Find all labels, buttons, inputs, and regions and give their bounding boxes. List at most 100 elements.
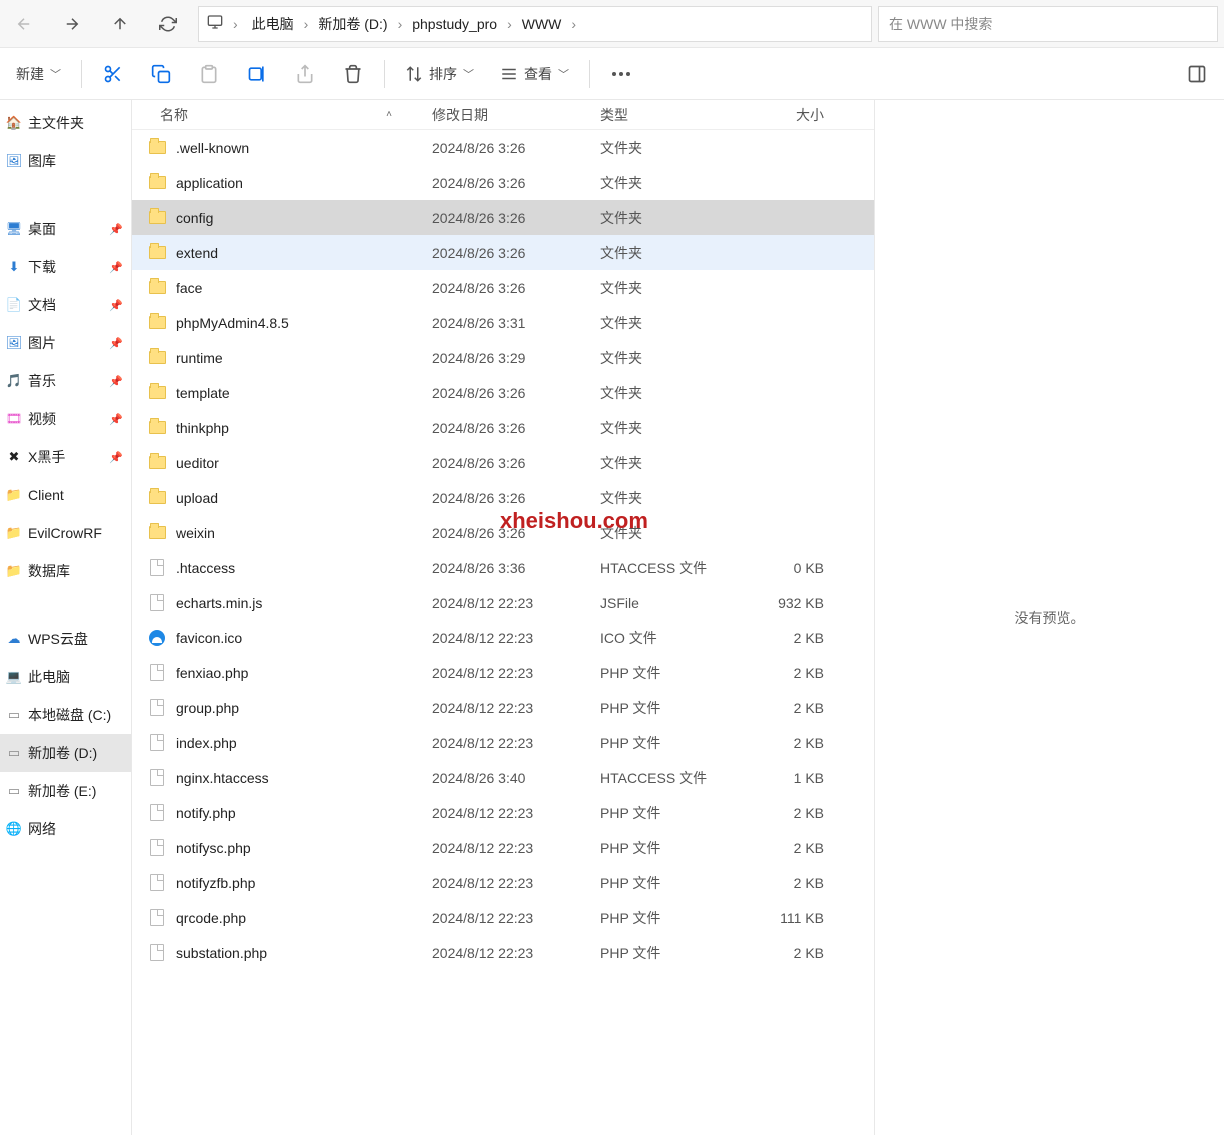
file-type: 文件夹	[600, 138, 740, 158]
file-row[interactable]: qrcode.php2024/8/12 22:23PHP 文件111 KB	[132, 900, 874, 935]
col-date[interactable]: 修改日期	[432, 105, 600, 125]
sidebar-item[interactable]: 🖥桌面📌	[0, 210, 131, 248]
file-row[interactable]: config2024/8/26 3:26文件夹	[132, 200, 874, 235]
sidebar-label: 文档	[28, 295, 56, 315]
folder-icon	[148, 349, 166, 367]
new-button[interactable]: 新建 ﹀	[4, 54, 73, 94]
column-headers[interactable]: 名称 ˄ 修改日期 类型 大小	[132, 100, 874, 130]
more-button[interactable]	[598, 54, 644, 94]
file-name: thinkphp	[176, 420, 229, 436]
sidebar-item[interactable]: 📄文档📌	[0, 286, 131, 324]
file-row[interactable]: weixin2024/8/26 3:26文件夹	[132, 515, 874, 550]
cut-button[interactable]	[90, 54, 136, 94]
file-icon	[148, 804, 166, 822]
col-size[interactable]: 大小	[740, 105, 830, 125]
file-size: 111 KB	[740, 910, 830, 926]
folder-icon	[148, 384, 166, 402]
breadcrumb-item[interactable]: WWW	[518, 14, 566, 34]
breadcrumb[interactable]: › 此电脑›新加卷 (D:)›phpstudy_pro›WWW›	[198, 6, 872, 42]
search-input[interactable]: 在 WWW 中搜索	[878, 6, 1218, 42]
file-name: .well-known	[176, 140, 249, 156]
sidebar-item[interactable]: 🎞视频📌	[0, 400, 131, 438]
rename-button[interactable]	[234, 54, 280, 94]
pin-icon: 📌	[109, 223, 123, 236]
pin-icon: 📌	[109, 413, 123, 426]
sidebar-item[interactable]: 🎵音乐📌	[0, 362, 131, 400]
breadcrumb-item[interactable]: phpstudy_pro	[408, 14, 501, 34]
sort-button[interactable]: 排序 ﹀	[393, 54, 486, 94]
file-date: 2024/8/26 3:29	[432, 350, 600, 366]
sidebar-item[interactable]: 🖼图片📌	[0, 324, 131, 362]
back-button[interactable]	[0, 0, 48, 48]
delete-button[interactable]	[330, 54, 376, 94]
chevron-right-icon: ›	[392, 16, 409, 32]
refresh-button[interactable]	[144, 0, 192, 48]
forward-button[interactable]	[48, 0, 96, 48]
file-area: 名称 ˄ 修改日期 类型 大小 .well-known2024/8/26 3:2…	[132, 100, 1224, 1135]
file-name: notifyzfb.php	[176, 875, 255, 891]
breadcrumb-item[interactable]: 此电脑	[248, 14, 298, 34]
share-button[interactable]	[282, 54, 328, 94]
sidebar-item[interactable]: ⬇下载📌	[0, 248, 131, 286]
details-pane-button[interactable]	[1174, 54, 1220, 94]
file-size: 2 KB	[740, 805, 830, 821]
file-icon	[148, 909, 166, 927]
sidebar-item[interactable]: 📁数据库	[0, 552, 131, 590]
sidebar-item[interactable]: 🖼图库	[0, 142, 131, 180]
file-row[interactable]: .htaccess2024/8/26 3:36HTACCESS 文件0 KB	[132, 550, 874, 585]
sidebar-item[interactable]: 💻此电脑	[0, 658, 131, 696]
toolbar: 新建 ﹀ 排序 ﹀ 查看 ﹀	[0, 48, 1224, 100]
file-row[interactable]: extend2024/8/26 3:26文件夹	[132, 235, 874, 270]
separator	[589, 60, 590, 88]
file-row[interactable]: template2024/8/26 3:26文件夹	[132, 375, 874, 410]
file-list[interactable]: 名称 ˄ 修改日期 类型 大小 .well-known2024/8/26 3:2…	[132, 100, 874, 1135]
file-row[interactable]: notifyzfb.php2024/8/12 22:23PHP 文件2 KB	[132, 865, 874, 900]
sidebar-item[interactable]: 📁Client	[0, 476, 131, 514]
file-type: PHP 文件	[600, 838, 740, 858]
file-name: ueditor	[176, 455, 219, 471]
file-row[interactable]: .well-known2024/8/26 3:26文件夹	[132, 130, 874, 165]
file-row[interactable]: index.php2024/8/12 22:23PHP 文件2 KB	[132, 725, 874, 760]
col-name[interactable]: 名称	[160, 105, 188, 125]
sidebar-label: 数据库	[28, 561, 70, 581]
paste-button[interactable]	[186, 54, 232, 94]
file-name: config	[176, 210, 213, 226]
sidebar-item[interactable]: ✖X黑手📌	[0, 438, 131, 476]
file-type: PHP 文件	[600, 698, 740, 718]
file-row[interactable]: favicon.ico2024/8/12 22:23ICO 文件2 KB	[132, 620, 874, 655]
sidebar-item[interactable]: 🌐网络	[0, 810, 131, 848]
copy-button[interactable]	[138, 54, 184, 94]
sidebar-item[interactable]: ▭新加卷 (D:)	[0, 734, 131, 772]
col-type[interactable]: 类型	[600, 105, 740, 125]
file-row[interactable]: substation.php2024/8/12 22:23PHP 文件2 KB	[132, 935, 874, 970]
file-row[interactable]: notify.php2024/8/12 22:23PHP 文件2 KB	[132, 795, 874, 830]
file-date: 2024/8/26 3:26	[432, 385, 600, 401]
file-date: 2024/8/12 22:23	[432, 735, 600, 751]
file-row[interactable]: phpMyAdmin4.8.52024/8/26 3:31文件夹	[132, 305, 874, 340]
file-row[interactable]: upload2024/8/26 3:26文件夹	[132, 480, 874, 515]
file-date: 2024/8/12 22:23	[432, 945, 600, 961]
up-button[interactable]	[96, 0, 144, 48]
view-button[interactable]: 查看 ﹀	[488, 54, 581, 94]
cloud-icon: ☁	[6, 631, 22, 647]
sidebar-item[interactable]: ☁WPS云盘	[0, 620, 131, 658]
file-row[interactable]: face2024/8/26 3:26文件夹	[132, 270, 874, 305]
file-row[interactable]: notifysc.php2024/8/12 22:23PHP 文件2 KB	[132, 830, 874, 865]
sidebar-item[interactable]: ▭本地磁盘 (C:)	[0, 696, 131, 734]
file-row[interactable]: thinkphp2024/8/26 3:26文件夹	[132, 410, 874, 445]
sidebar-item[interactable]: ▭新加卷 (E:)	[0, 772, 131, 810]
file-row[interactable]: ueditor2024/8/26 3:26文件夹	[132, 445, 874, 480]
file-row[interactable]: runtime2024/8/26 3:29文件夹	[132, 340, 874, 375]
file-row[interactable]: group.php2024/8/12 22:23PHP 文件2 KB	[132, 690, 874, 725]
file-row[interactable]: fenxiao.php2024/8/12 22:23PHP 文件2 KB	[132, 655, 874, 690]
file-row[interactable]: application2024/8/26 3:26文件夹	[132, 165, 874, 200]
file-name: notifysc.php	[176, 840, 251, 856]
chevron-down-icon: ﹀	[463, 66, 474, 82]
file-row[interactable]: nginx.htaccess2024/8/26 3:40HTACCESS 文件1…	[132, 760, 874, 795]
file-row[interactable]: echarts.min.js2024/8/12 22:23JSFile932 K…	[132, 585, 874, 620]
sidebar-item[interactable]: 🏠主文件夹	[0, 104, 131, 142]
breadcrumb-item[interactable]: 新加卷 (D:)	[314, 14, 391, 34]
file-icon	[148, 664, 166, 682]
navigation-bar: › 此电脑›新加卷 (D:)›phpstudy_pro›WWW› 在 WWW 中…	[0, 0, 1224, 48]
sidebar-item[interactable]: 📁EvilCrowRF	[0, 514, 131, 552]
